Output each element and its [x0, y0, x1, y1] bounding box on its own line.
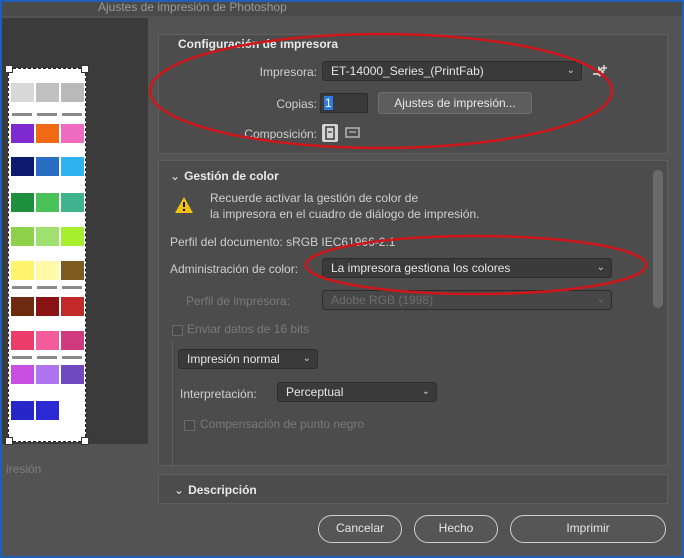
- color-swatch: [61, 261, 84, 280]
- add-printer-icon[interactable]: [590, 62, 610, 82]
- print-settings-button[interactable]: Ajustes de impresión...: [378, 92, 532, 114]
- swatch-label: [62, 113, 82, 116]
- black-point-label: Compensación de punto negro: [200, 417, 365, 431]
- preview-handle[interactable]: [81, 65, 89, 73]
- warning-text-line1: Recuerde activar la gestión de color de: [210, 191, 419, 205]
- swatch-label: [62, 286, 82, 289]
- color-swatch: [36, 365, 59, 384]
- print-mode-select[interactable]: Impresión normal ⌄: [178, 349, 318, 369]
- color-swatch: [36, 297, 59, 316]
- printer-profile-label: Perfil de impresora:: [186, 294, 291, 308]
- color-management-title: Gestión de color: [184, 169, 279, 183]
- color-swatch: [61, 83, 84, 102]
- printer-profile-value: Adobe RGB (1998): [331, 293, 434, 307]
- done-button[interactable]: Hecho: [414, 515, 498, 543]
- window-title: Ajustes de impresión de Photoshop: [98, 0, 287, 14]
- chevron-down-icon: ⌄: [170, 169, 181, 183]
- color-swatch: [36, 157, 59, 176]
- color-swatch: [61, 227, 84, 246]
- printer-profile-select[interactable]: Adobe RGB (1998) ⌄: [322, 290, 612, 310]
- black-point-checkbox[interactable]: [184, 420, 195, 431]
- color-swatch: [61, 124, 84, 143]
- color-handling-value: La impresora gestiona los colores: [331, 261, 511, 275]
- copies-value: 1: [324, 96, 333, 110]
- color-swatch: [36, 401, 59, 420]
- copies-input[interactable]: 1: [320, 93, 368, 113]
- color-swatch: [11, 261, 34, 280]
- send-16bit-checkbox[interactable]: [172, 325, 183, 336]
- chevron-down-icon: ⌄: [302, 353, 311, 364]
- copies-label: Copias:: [276, 97, 317, 111]
- printer-label: Impresora:: [259, 65, 317, 79]
- color-swatch: [11, 365, 34, 384]
- chevron-down-icon: ⌄: [596, 294, 605, 305]
- color-swatch: [11, 157, 34, 176]
- description-title: Descripción: [188, 483, 257, 497]
- swatch-label: [12, 113, 32, 116]
- color-swatch: [36, 193, 59, 212]
- printer-setup-header: Configuración de impresora: [178, 37, 339, 51]
- swatch-label: [62, 356, 82, 359]
- chevron-down-icon: ⌄: [421, 386, 430, 397]
- layout-label: Composición:: [244, 127, 317, 141]
- color-swatch: [36, 124, 59, 143]
- color-swatch: [61, 297, 84, 316]
- preview-handle[interactable]: [5, 65, 13, 73]
- description-header[interactable]: ⌄ Descripción: [174, 483, 257, 497]
- landscape-layout-icon[interactable]: [344, 125, 362, 141]
- cancel-button[interactable]: Cancelar: [318, 515, 402, 543]
- color-swatch: [36, 227, 59, 246]
- print-preview-area: [2, 18, 148, 445]
- swatch-label: [12, 286, 32, 289]
- color-swatch: [36, 83, 59, 102]
- color-swatch: [61, 331, 84, 350]
- color-swatch: [61, 365, 84, 384]
- rendering-intent-value: Perceptual: [286, 385, 344, 399]
- color-swatch: [11, 401, 34, 420]
- rendering-intent-select[interactable]: Perceptual ⌄: [277, 382, 437, 402]
- warning-icon: [174, 196, 194, 214]
- portrait-layout-icon[interactable]: [322, 124, 338, 142]
- warning-text-line2: la impresora en el cuadro de diálogo de …: [210, 207, 480, 221]
- color-swatch: [61, 193, 84, 212]
- color-management-header[interactable]: ⌄ Gestión de color: [170, 169, 279, 183]
- color-handling-select[interactable]: La impresora gestiona los colores ⌄: [322, 258, 612, 278]
- print-button[interactable]: Imprimir: [510, 515, 666, 543]
- chevron-down-icon: ⌄: [174, 483, 185, 497]
- document-profile: Perfil del documento: sRGB IEC61966-2.1: [170, 235, 396, 249]
- printer-select-value: ET-14000_Series_(PrintFab): [331, 64, 484, 78]
- color-swatch: [11, 227, 34, 246]
- preview-handle[interactable]: [81, 437, 89, 445]
- chevron-down-icon: ⌄: [596, 262, 605, 273]
- color-swatch: [36, 331, 59, 350]
- color-swatch: [11, 297, 34, 316]
- scrollbar-thumb[interactable]: [653, 170, 663, 308]
- title-bar: Ajustes de impresión de Photoshop: [2, 0, 682, 16]
- preview-page: [5, 65, 89, 445]
- color-swatch: [11, 124, 34, 143]
- rendering-intent-label: Interpretación:: [180, 387, 257, 401]
- swatch-label: [12, 356, 32, 359]
- preview-caption: iresión: [6, 462, 42, 476]
- swatch-label: [37, 286, 57, 289]
- printer-select[interactable]: ET-14000_Series_(PrintFab) ⌄: [322, 61, 582, 81]
- color-swatch: [11, 331, 34, 350]
- preview-handle[interactable]: [5, 437, 13, 445]
- send-16bit-label: Enviar datos de 16 bits: [187, 322, 310, 336]
- print-mode-value: Impresión normal: [187, 352, 280, 366]
- color-handling-label: Administración de color:: [170, 262, 299, 276]
- swatch-label: [37, 113, 57, 116]
- chevron-down-icon: ⌄: [566, 65, 575, 76]
- color-swatch: [61, 157, 84, 176]
- swatch-label: [37, 356, 57, 359]
- color-swatch: [11, 193, 34, 212]
- color-swatch: [11, 83, 34, 102]
- color-swatch: [36, 261, 59, 280]
